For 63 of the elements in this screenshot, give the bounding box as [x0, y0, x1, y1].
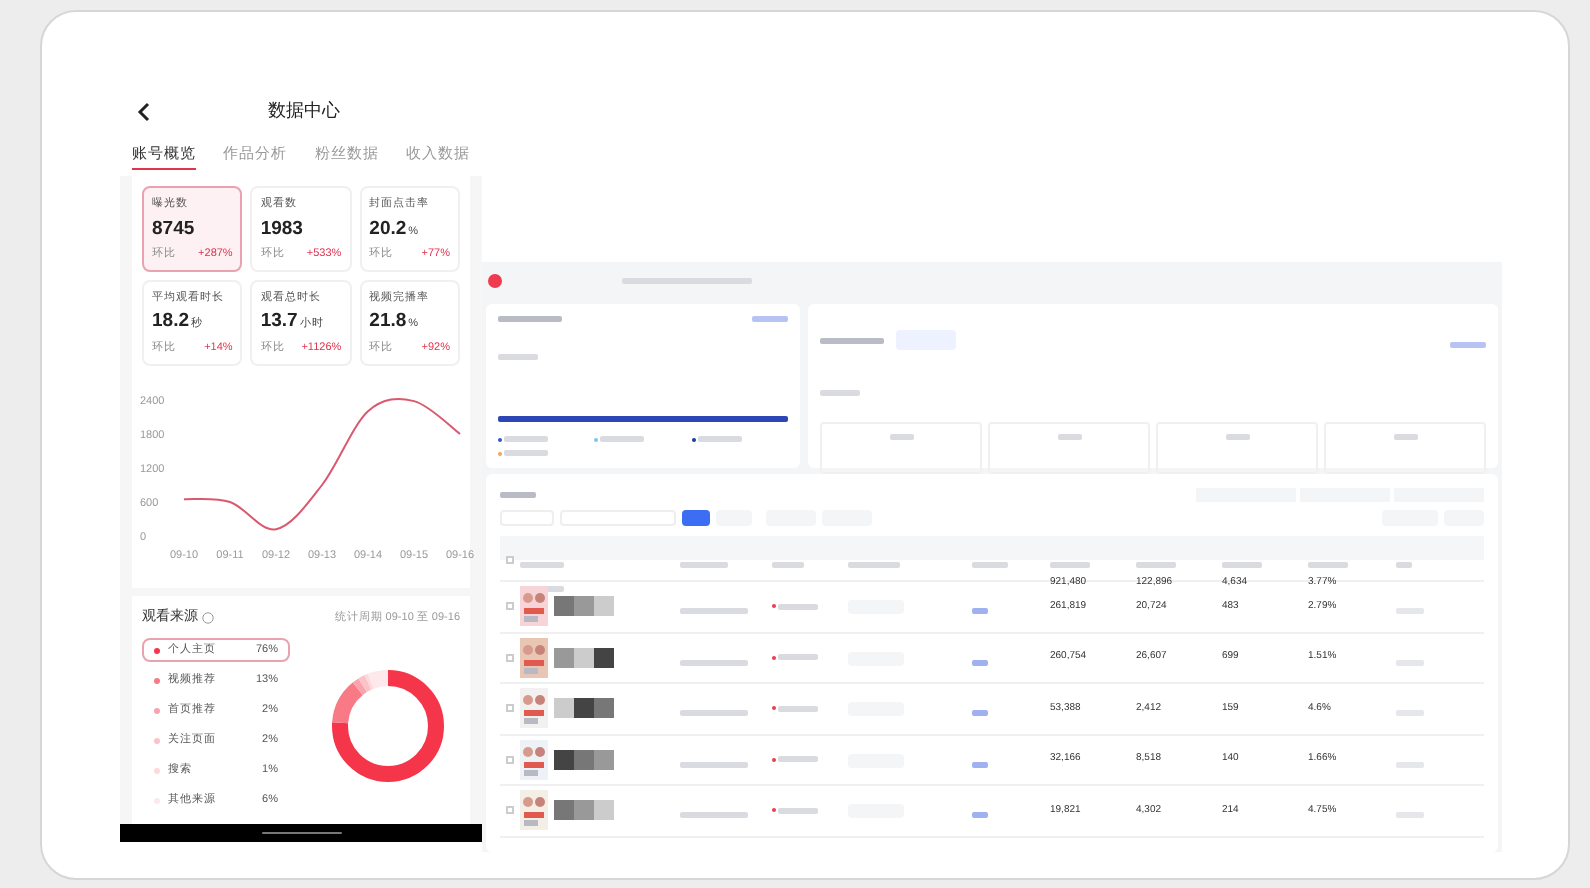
help-icon[interactable] [202, 611, 214, 624]
metric-value: 18.2 [152, 308, 189, 337]
blurred-text [1393, 434, 1417, 440]
blurred-text [680, 659, 748, 666]
blurred-text [504, 450, 548, 456]
blurred-text [778, 603, 818, 610]
checkbox[interactable] [506, 556, 514, 564]
blurred-block [574, 596, 594, 617]
blurred-text [680, 710, 748, 717]
blurred-text [972, 659, 988, 666]
blurred-text [680, 761, 748, 768]
blurred-text [504, 436, 548, 442]
blurred-text [600, 436, 645, 442]
checkbox[interactable] [506, 755, 514, 764]
metric-value: 8745 [152, 215, 195, 243]
blurred-text [680, 608, 748, 615]
blurred-block [554, 596, 574, 617]
blurred-text [972, 812, 988, 819]
blurred-text [972, 608, 988, 615]
blurred-text [498, 316, 562, 322]
blurred-block [554, 647, 574, 668]
blurred-text [500, 492, 536, 498]
blurred-text [1450, 342, 1486, 348]
home-indicator [261, 831, 341, 835]
blurred-text [1057, 434, 1081, 440]
blurred-text [972, 710, 988, 717]
blurred-text [778, 756, 818, 763]
blurred-block [594, 596, 614, 617]
checkbox[interactable] [506, 602, 514, 611]
checkbox[interactable] [506, 653, 514, 662]
blurred-text [680, 812, 748, 819]
blurred-text [697, 436, 742, 442]
blurred-block [574, 698, 594, 719]
blurred-block [594, 749, 614, 770]
metric-value: 1983 [260, 215, 303, 243]
blurred-text [972, 761, 988, 768]
blurred-text [778, 807, 818, 814]
blurred-block [574, 647, 594, 668]
search-button[interactable] [682, 510, 710, 526]
blurred-text [820, 337, 884, 343]
logo-icon[interactable] [488, 273, 502, 287]
blurred-block [554, 698, 574, 719]
blurred-text [1225, 434, 1249, 440]
blurred-text [778, 705, 818, 712]
blurred-block [554, 749, 574, 770]
blurred-text [778, 654, 818, 661]
blurred-block [594, 647, 614, 668]
checkbox[interactable] [506, 704, 514, 713]
metric-value: 13.7 [260, 308, 298, 337]
blurred-text [498, 354, 538, 360]
blurred-block [554, 800, 574, 821]
metric-value: 21.8 [369, 308, 407, 337]
blurred-text [752, 316, 788, 322]
blurred-block [574, 800, 594, 821]
blurred-block [594, 698, 614, 719]
back-icon[interactable] [136, 102, 152, 122]
blurred-block [574, 749, 594, 770]
blurred-text [820, 390, 860, 396]
screen-title: 数据中心 [268, 98, 340, 125]
blurred-block [594, 800, 614, 821]
metric-value: 20.2 [369, 215, 407, 243]
blurred-text [889, 434, 913, 440]
checkbox[interactable] [506, 806, 514, 815]
